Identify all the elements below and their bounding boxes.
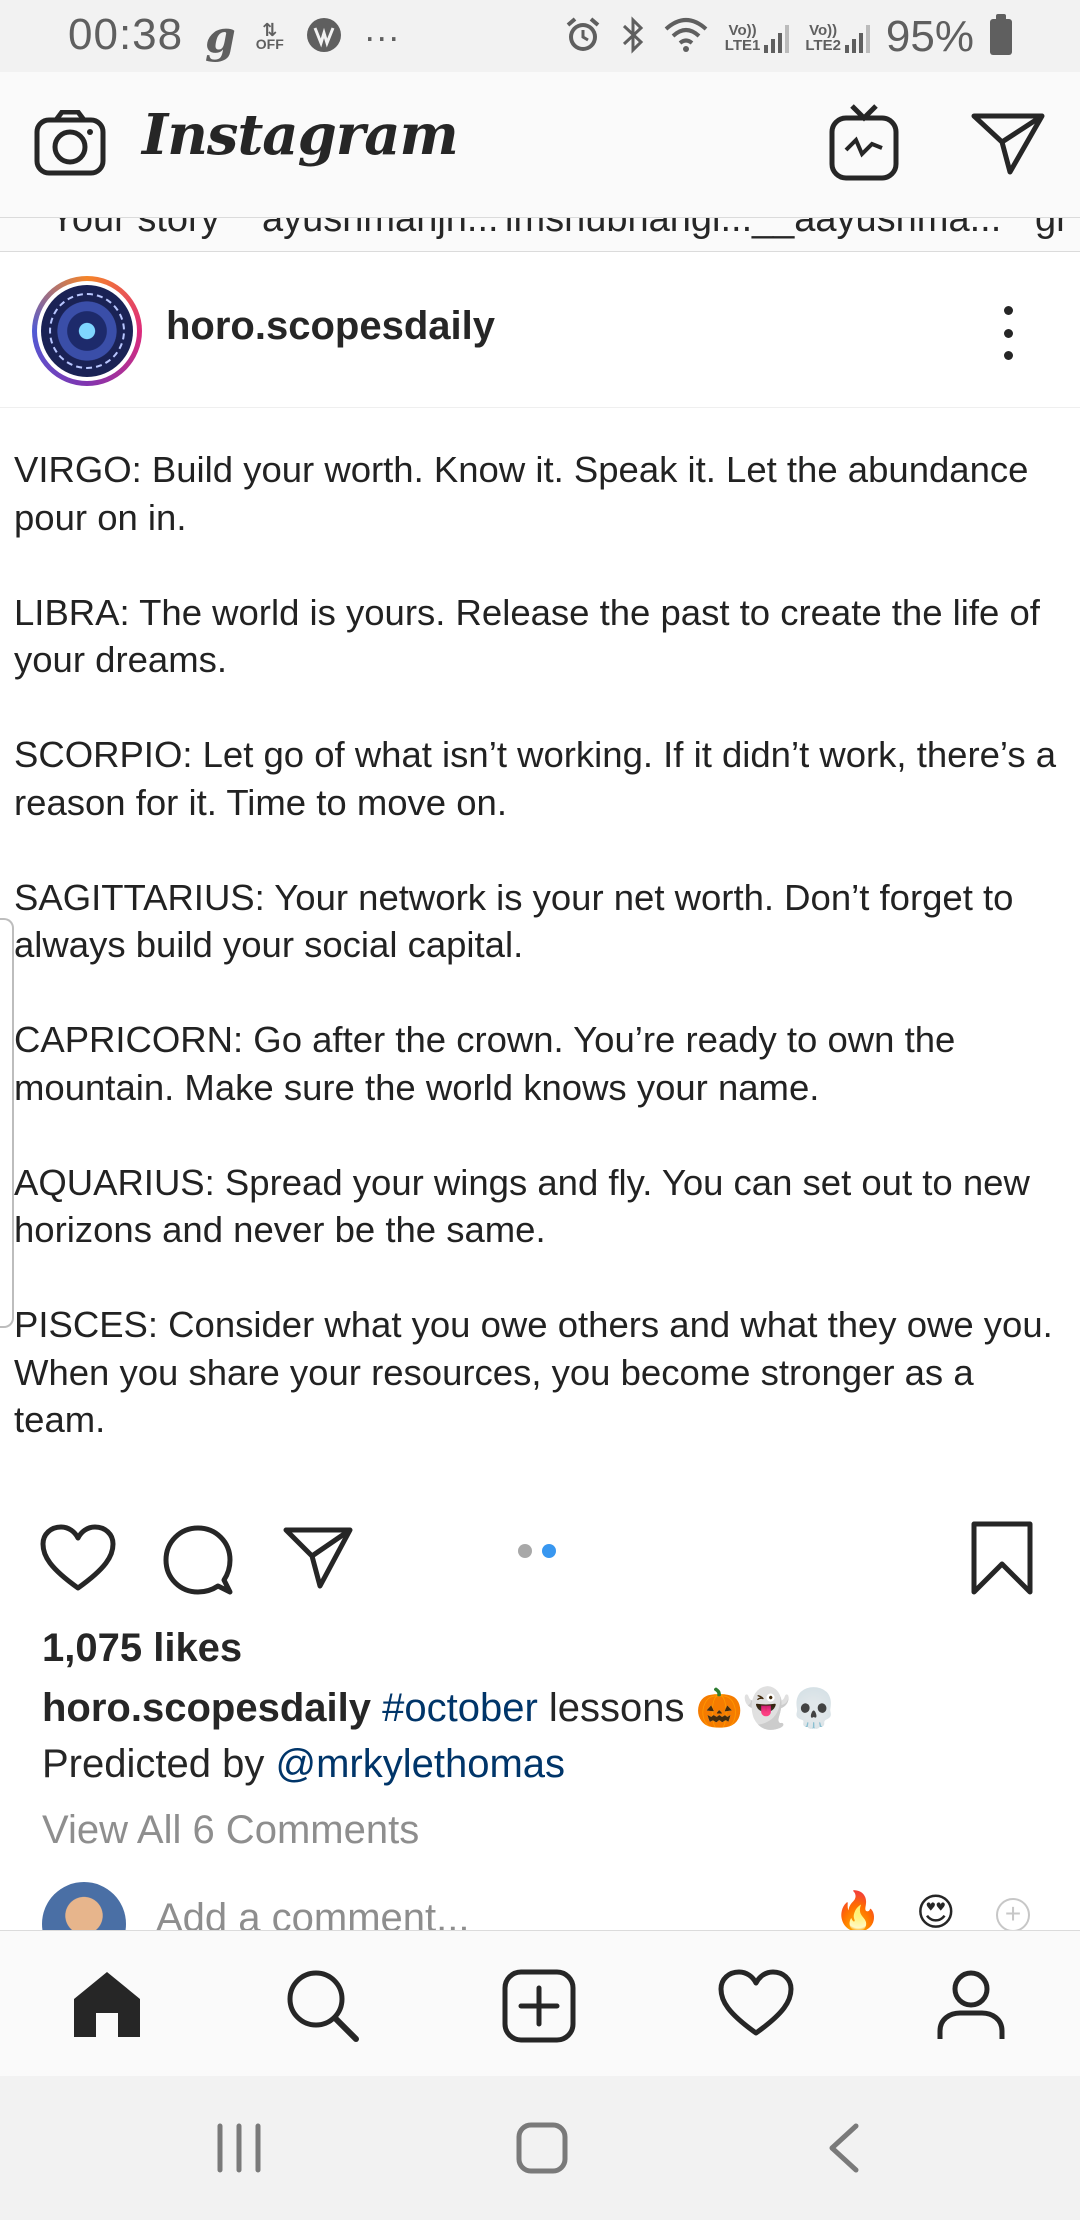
recent-apps-icon[interactable] <box>214 2122 264 2179</box>
igtv-icon[interactable] <box>828 102 900 187</box>
view-comments-link[interactable]: View All 6 Comments <box>42 1808 419 1853</box>
home-button-icon[interactable] <box>516 2122 568 2179</box>
carousel-dot-active <box>542 1544 556 1558</box>
battery-percent: 95% <box>885 12 974 61</box>
post-username[interactable]: horo.scopesdaily <box>166 304 495 349</box>
sim2-signal-icon: Vo)) LTE2 <box>805 21 870 53</box>
direct-message-icon[interactable] <box>970 110 1046 181</box>
post-image[interactable]: VIRGO: Build your worth. Know it. Speak … <box>0 408 1080 1480</box>
slide-paragraph: SCORPIO: Let go of what isn’t working. I… <box>14 734 1057 823</box>
caption-hashtag[interactable]: #october <box>382 1686 538 1730</box>
predicted-text: Predicted by <box>42 1742 265 1786</box>
like-heart-icon[interactable] <box>40 1524 116 1597</box>
post-actions <box>0 1480 1080 1630</box>
wifi-icon <box>663 15 709 60</box>
more-options-icon[interactable] <box>990 306 1026 360</box>
add-comment-input[interactable]: Add a comment... <box>156 1896 469 1930</box>
bluetooth-icon <box>619 15 647 60</box>
slide-paragraph: VIRGO: Build your worth. Know it. Speak … <box>14 449 1029 538</box>
status-left-icons: g ⇅ OFF ··· <box>205 10 400 64</box>
status-right-icons: Vo)) LTE1 Vo)) LTE2 95% <box>563 10 1012 64</box>
post-header: horo.scopesdaily <box>0 252 1080 408</box>
caption-text: lessons <box>548 1686 685 1730</box>
bottom-navigation <box>0 1930 1080 2076</box>
g-icon: g <box>205 11 236 63</box>
share-icon[interactable] <box>282 1526 354 1595</box>
story-label[interactable]: ayushmanjh... <box>262 218 499 241</box>
profile-icon[interactable] <box>936 1969 1006 2046</box>
carousel-dot <box>518 1544 532 1558</box>
caption-second-line: Predicted by @mrkylethomas <box>42 1742 565 1787</box>
slide-paragraph: AQUARIUS: Spread your wings and fly. You… <box>14 1161 1030 1251</box>
new-post-icon[interactable] <box>502 1969 576 2048</box>
status-time: 00:38 <box>68 10 184 59</box>
system-navigation-bar <box>0 2076 1080 2220</box>
home-icon[interactable] <box>70 1969 144 2044</box>
slide-paragraph: LIBRA: The world is yours. Release the p… <box>14 591 1040 681</box>
bookmark-icon[interactable] <box>970 1520 1034 1601</box>
fire-emoji-button[interactable]: 🔥 <box>834 1890 881 1930</box>
slide-text: VIRGO: Build your worth. Know it. Speak … <box>14 446 1074 1480</box>
user-avatar <box>42 1882 126 1930</box>
activity-heart-icon[interactable] <box>718 1969 794 2042</box>
battery-icon <box>990 14 1012 55</box>
status-bar: 00:38 g ⇅ OFF ··· Vo)) LTE1 Vo)) LTE2 95% <box>0 0 1080 72</box>
story-label[interactable]: __aayushma... <box>752 218 1001 241</box>
comment-icon[interactable] <box>162 1524 234 1601</box>
alarm-icon <box>563 15 603 60</box>
data-saver-off-icon: ⇅ OFF <box>255 20 284 52</box>
heart-eyes-emoji-button[interactable]: 😍 <box>916 1890 956 1930</box>
carousel-indicator <box>518 1544 556 1558</box>
stories-strip[interactable]: Your story ayushmanjh... imshubhangi... … <box>0 218 1080 252</box>
story-label[interactable]: Your story <box>50 218 220 241</box>
slide-paragraph: SAGITTARIUS: Your network is your net wo… <box>14 876 1014 966</box>
add-comment-row: Add a comment... 🔥 😍 + <box>0 1880 1080 1930</box>
post-caption: horo.scopesdaily #october lessons 🎃👻💀 <box>42 1686 838 1731</box>
zodiac-wheel-image <box>41 285 133 377</box>
story-label[interactable]: gr <box>1035 218 1069 241</box>
instagram-logo: Instagram <box>142 102 459 168</box>
mention-link[interactable]: @mrkylethomas <box>275 1742 565 1786</box>
sim1-signal-icon: Vo)) LTE1 <box>725 21 790 53</box>
caption-username[interactable]: horo.scopesdaily <box>42 1686 371 1730</box>
slide-paragraph: CAPRICORN: Go after the crown. You’re re… <box>14 1019 956 1108</box>
search-icon[interactable] <box>286 1969 360 2048</box>
caption-emojis: 🎃👻💀 <box>695 1688 838 1730</box>
app-header: Instagram <box>0 72 1080 218</box>
vpn-icon <box>304 15 344 60</box>
more-notifications-icon: ··· <box>363 16 400 57</box>
likes-count[interactable]: 1,075 likes <box>42 1626 242 1671</box>
edge-panel-handle[interactable] <box>0 918 14 1328</box>
slide-paragraph: PISCES: Consider what you owe others and… <box>14 1304 1053 1440</box>
add-emoji-plus-icon[interactable]: + <box>996 1898 1030 1930</box>
post-avatar[interactable] <box>32 276 142 386</box>
camera-icon[interactable] <box>34 109 106 181</box>
back-icon[interactable] <box>826 2122 860 2179</box>
story-label[interactable]: imshubhangi... <box>505 218 752 241</box>
